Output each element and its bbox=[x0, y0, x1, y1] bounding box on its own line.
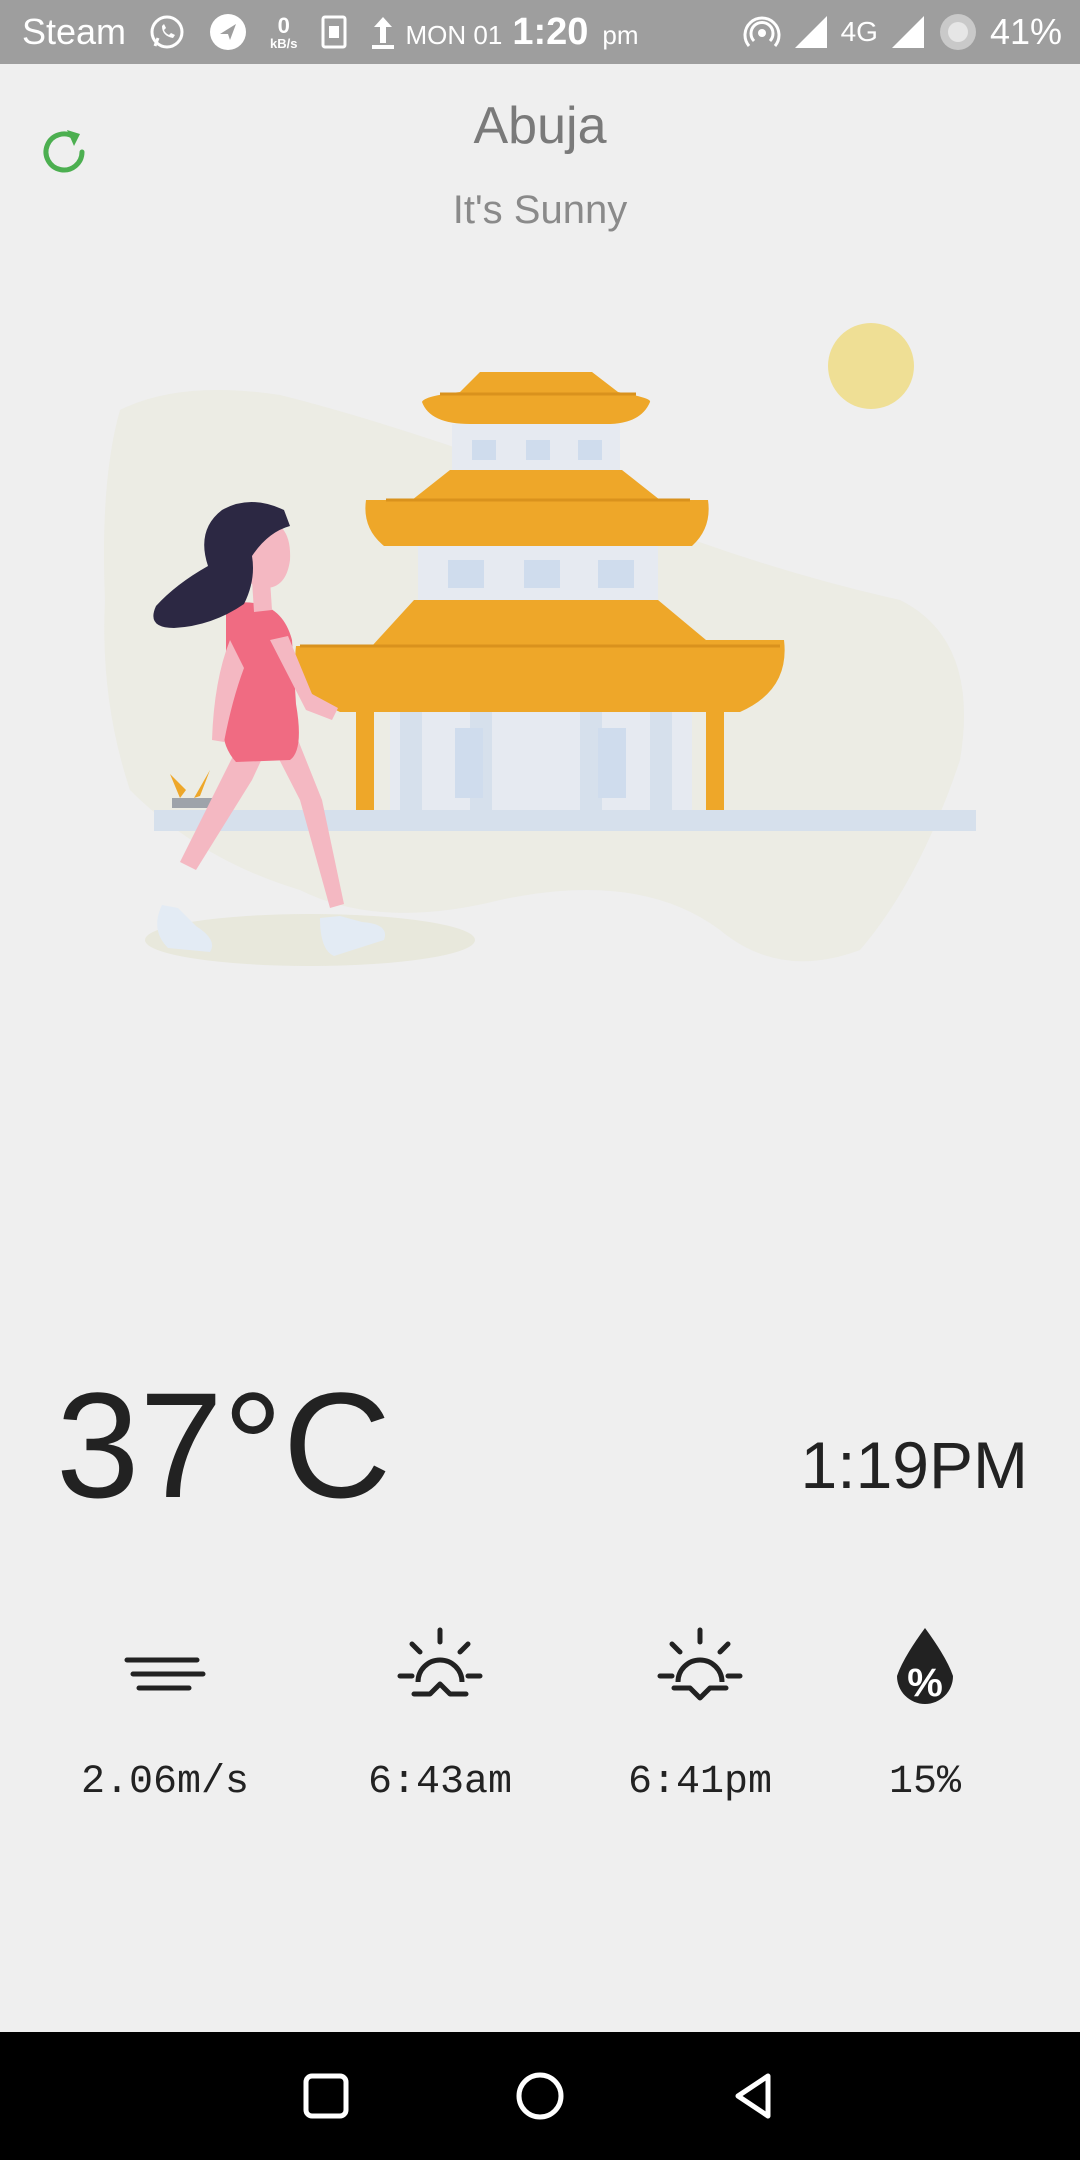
weather-illustration bbox=[104, 323, 976, 966]
status-time: 1:20 bbox=[512, 10, 589, 53]
stat-wind: 2.06m/s bbox=[50, 1620, 280, 1805]
status-day: MON 01 bbox=[405, 19, 503, 50]
upload-icon bbox=[370, 13, 396, 51]
home-icon bbox=[516, 2072, 564, 2120]
navigation-bar bbox=[0, 2032, 1080, 2160]
sunset-icon bbox=[657, 1627, 743, 1701]
hotspot-icon bbox=[743, 13, 781, 51]
navigation-icon bbox=[208, 12, 248, 52]
weather-stats: 2.06m/s 6:43am 6:41pm % 15% bbox=[0, 1620, 1080, 1840]
sun-icon bbox=[828, 323, 914, 409]
humidity-icon: % bbox=[897, 1628, 953, 1705]
wind-icon bbox=[124, 1657, 206, 1691]
status-bar: Steam 0 kB/s MON 01 1:20 pm 4G 41% bbox=[0, 0, 1080, 64]
sunrise-value: 6:43am bbox=[367, 1760, 513, 1805]
sunrise-icon bbox=[397, 1627, 483, 1697]
stat-sunrise: 6:43am bbox=[325, 1620, 555, 1805]
back-button[interactable] bbox=[728, 2070, 780, 2122]
temperature: 37°C bbox=[56, 1361, 392, 1529]
back-icon bbox=[735, 2073, 771, 2119]
local-time: 1:19PM bbox=[800, 1428, 1028, 1502]
whatsapp-icon bbox=[148, 13, 186, 51]
humidity-value: 15% bbox=[888, 1760, 961, 1805]
home-button[interactable] bbox=[514, 2070, 566, 2122]
stat-humidity: % 15% bbox=[810, 1620, 1040, 1805]
stat-sunset: 6:41pm bbox=[585, 1620, 815, 1805]
wind-speed-value: 2.06m/s bbox=[80, 1760, 250, 1805]
sunset-value: 6:41pm bbox=[627, 1760, 773, 1805]
signal-icon bbox=[793, 14, 829, 50]
sim-card-icon bbox=[320, 14, 348, 50]
battery-percent: 41% bbox=[989, 11, 1062, 52]
network-speed: 0 kB/s bbox=[270, 12, 298, 51]
carrier-label: Steam bbox=[22, 11, 127, 52]
recents-icon bbox=[303, 2073, 349, 2119]
status-time-suffix: pm bbox=[602, 19, 639, 50]
battery-icon bbox=[938, 12, 978, 52]
svg-text:%: % bbox=[907, 1661, 943, 1705]
recents-button[interactable] bbox=[300, 2070, 352, 2122]
signal-icon-2 bbox=[890, 14, 926, 50]
city-name: Abuja bbox=[473, 97, 607, 155]
weather-description: It's Sunny bbox=[452, 188, 628, 232]
network-type: 4G bbox=[840, 16, 878, 47]
